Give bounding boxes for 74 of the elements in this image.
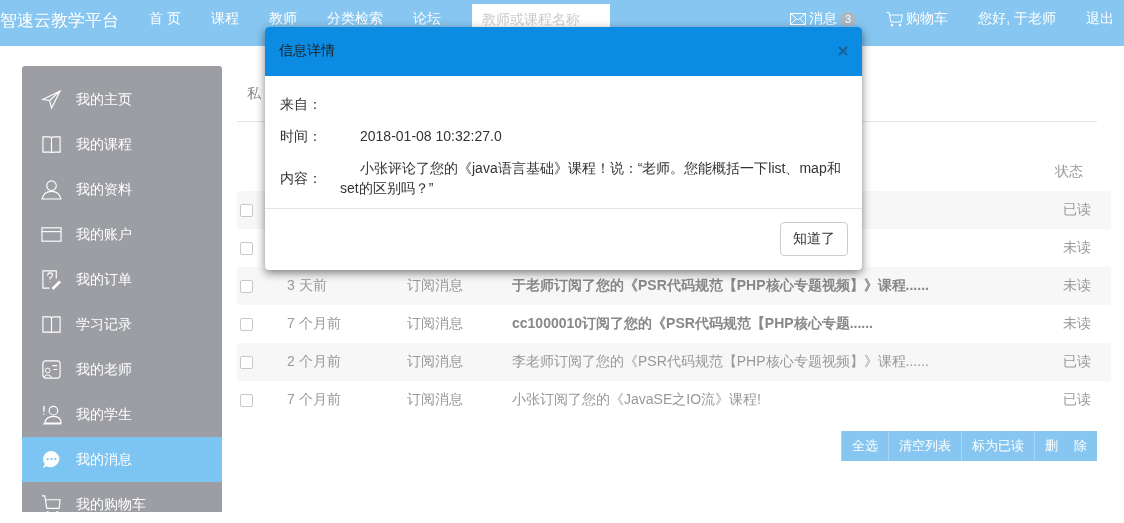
card-icon [41, 224, 62, 245]
table-cell: 订阅消息 [407, 391, 463, 407]
table-cell: 未读 [1063, 277, 1091, 295]
ok-button[interactable]: 知道了 [780, 222, 848, 257]
table-cell: 已读 [1063, 201, 1091, 219]
count-badge: 3 [840, 12, 857, 26]
field-value: 小张评论了您的《java语言基础》课程！说：“老师。您能概括一下list、map和set的区别吗？” [340, 158, 842, 198]
field-label: 时间： [280, 126, 323, 146]
sidebar-item[interactable]: 我的主页 [22, 77, 222, 122]
sidebar-item[interactable]: 我的消息 [22, 437, 222, 482]
sidebar-item[interactable]: 我的账户 [22, 212, 222, 257]
logout-link[interactable]: 退出 [1086, 10, 1114, 28]
checkbox[interactable] [240, 203, 253, 217]
sidebar-item[interactable]: 我的学生 [22, 392, 222, 437]
table-cell: 3 天前 [287, 277, 327, 293]
table-cell: 7 个月前 [287, 315, 341, 331]
message-link[interactable]: 李老师订阅了您的《PSR代码规范【PHP核心专题视频】》课程...... [512, 353, 929, 369]
brand-title[interactable]: 智速云教学平台 [0, 9, 119, 32]
checkbox[interactable] [240, 317, 253, 331]
table-cell: 订阅消息 [407, 315, 463, 331]
checkbox[interactable] [240, 241, 253, 255]
sidebar-item[interactable]: 我的购物车 [22, 482, 222, 523]
field-label: 内容： [280, 168, 323, 188]
table-cell: 未读 [1063, 239, 1091, 257]
checkbox[interactable] [240, 393, 253, 407]
messages-label: 消息 [809, 10, 838, 28]
table-cell: 订阅消息 [407, 277, 463, 293]
checkbox[interactable] [240, 279, 253, 293]
sidebar-item[interactable]: 我的订单 [22, 257, 222, 302]
book-icon [41, 134, 62, 155]
message-link[interactable]: 小张订阅了您的《JavaSE之IO流》课程! [512, 391, 761, 407]
table-cell: 2 个月前 [287, 353, 341, 369]
table-cell: 7 个月前 [287, 391, 341, 407]
cart-icon [886, 11, 904, 27]
messages-link[interactable]: 消息 3 [790, 10, 857, 28]
user-greeting[interactable]: 您好, 于老师 [978, 10, 1056, 28]
sidebar-item[interactable]: 我的课程 [22, 122, 222, 167]
nav-link[interactable]: 教师 [268, 10, 297, 28]
table-cell: 订阅消息 [407, 353, 463, 369]
nav-link[interactable]: 分类检索 [326, 10, 383, 28]
nav-link[interactable]: 首 页 [149, 10, 181, 28]
table-cell: 已读 [1063, 391, 1091, 409]
chat-icon [41, 449, 62, 470]
action-button[interactable]: 删 除 [1034, 431, 1097, 461]
sidebar-item[interactable]: 我的资料 [22, 167, 222, 212]
action-button[interactable]: 标为已读 [961, 431, 1035, 461]
message-link[interactable]: 于老师订阅了您的《PSR代码规范【PHP核心专题视频】》课程...... [512, 277, 929, 293]
nav-link[interactable]: 课程 [210, 10, 239, 28]
action-button[interactable]: 清空列表 [888, 431, 962, 461]
user-icon [41, 179, 62, 200]
table-cell: 未读 [1063, 315, 1091, 333]
close-icon [838, 46, 848, 57]
student-icon [41, 404, 62, 425]
contact-card-icon [41, 359, 62, 380]
sidebar-item[interactable]: 学习记录 [22, 302, 222, 347]
cart-icon [41, 494, 62, 515]
checkbox[interactable] [240, 355, 253, 369]
field-label: 来自： [280, 94, 323, 114]
close-button[interactable] [838, 46, 848, 57]
paper-plane-icon [41, 89, 62, 110]
cart-label: 购物车 [906, 10, 949, 28]
table-cell: 已读 [1063, 353, 1091, 371]
tab[interactable]: 私 [247, 84, 261, 103]
cart-link[interactable]: 购物车 [886, 10, 949, 28]
column-header: 状态 [1055, 163, 1083, 181]
book-icon [41, 314, 62, 335]
mail-icon [790, 13, 807, 25]
message-link[interactable]: cc1000010订阅了您的《PSR代码规范【PHP核心专题...... [512, 315, 873, 331]
sidebar-item[interactable]: 我的老师 [22, 347, 222, 392]
question-note-icon [41, 269, 62, 290]
field-value: 2018-01-08 10:32:27.0 [359, 126, 502, 146]
action-button[interactable]: 全选 [841, 431, 889, 461]
dialog-title: 信息详情 [279, 42, 335, 61]
nav-link[interactable]: 论坛 [412, 10, 441, 28]
